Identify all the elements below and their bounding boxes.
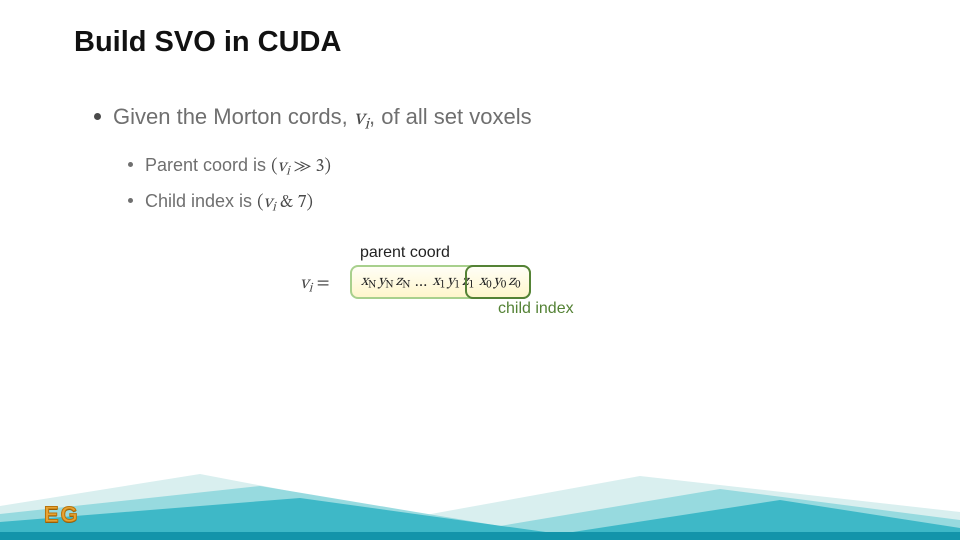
bullet-main: Given the Morton cords, vi, of all set v… <box>94 100 874 141</box>
ellipsis: … <box>414 273 428 292</box>
sub1-prefix: Parent coord is <box>145 155 271 175</box>
var-v: v <box>264 194 273 212</box>
eg-logo-text: EG <box>44 502 80 527</box>
bit-term: x0 <box>479 274 492 289</box>
sub2-prefix: Child index is <box>145 191 257 211</box>
slide: Build SVO in CUDA Given the Morton cords… <box>0 0 960 540</box>
var-v: v <box>354 108 365 130</box>
bits-mid: x1y1z1 <box>432 272 475 293</box>
parent-coord-label: parent coord <box>360 244 450 262</box>
bullet-sub-parent: Parent coord is (vi ≫ 3) <box>128 151 874 187</box>
bullet-main-var: vi <box>354 108 369 130</box>
bits-leading: xNyNzN <box>360 272 411 293</box>
child-index-label: child index <box>498 300 574 318</box>
var-v: v <box>300 275 309 293</box>
bit-term: y1 <box>447 274 460 289</box>
paren-close: ) <box>324 158 330 176</box>
footer-banner <box>0 444 960 540</box>
op-and: & 7 <box>276 194 307 212</box>
bullet-main-text-prefix: Given the Morton cords, <box>113 104 354 129</box>
bullet-sub-child: Child index is (vi & 7) <box>128 187 874 223</box>
eg-logo: EG <box>44 502 88 530</box>
bullet-marker <box>94 113 101 120</box>
bit-term: z0 <box>508 274 520 289</box>
bit-term: zN <box>395 274 410 289</box>
sub2-expr: (vi & 7) <box>257 194 313 212</box>
bullet-marker <box>128 198 133 203</box>
bit-term: y0 <box>494 274 507 289</box>
vi-equals: vi = <box>300 273 330 298</box>
morton-bits-box: xNyNzN … x1y1z1 x0y0z0 <box>350 265 531 299</box>
bullet-main-text-suffix: , of all set voxels <box>369 104 532 129</box>
bits-last: x0y0z0 <box>475 272 521 293</box>
content-block: Given the Morton cords, vi, of all set v… <box>94 100 874 223</box>
paren-close: ) <box>307 194 313 212</box>
bit-term: yN <box>378 274 393 289</box>
bit-term: z1 <box>462 274 474 289</box>
bit-term: xN <box>361 274 376 289</box>
footer-graphic <box>0 444 960 540</box>
bullet-marker <box>128 162 133 167</box>
bit-term: x1 <box>433 274 446 289</box>
page-title: Build SVO in CUDA <box>74 26 341 59</box>
sub1-expr: (vi ≫ 3) <box>271 158 331 176</box>
var-v: v <box>278 158 287 176</box>
op-rshift: ≫ 3 <box>290 158 325 176</box>
equals-sign: = <box>312 275 329 293</box>
